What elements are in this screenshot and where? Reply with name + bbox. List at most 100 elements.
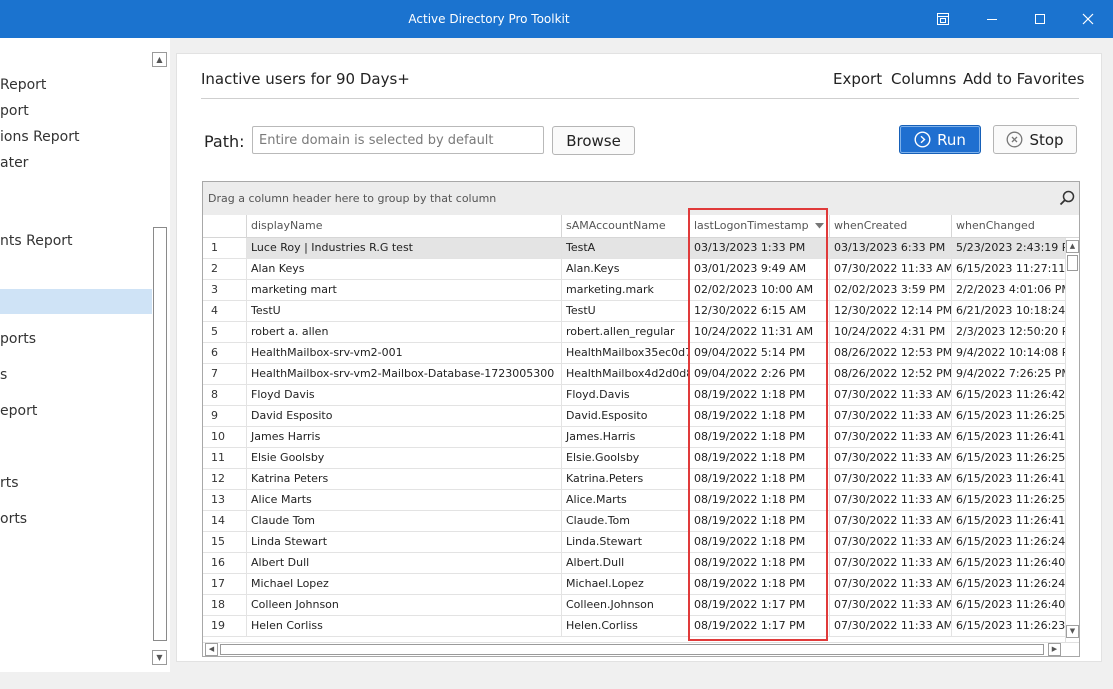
- column-header-lastlogontimestamp[interactable]: lastLogonTimestamp: [690, 215, 830, 237]
- sidebar-item[interactable]: ater: [0, 151, 28, 175]
- table-row[interactable]: 12 Katrina Peters Katrina.Peters 08/19/2022…: [203, 469, 1065, 490]
- cell-whencreated: 07/30/2022 11:33 AM: [830, 574, 952, 594]
- maximize-button[interactable]: [1016, 0, 1064, 38]
- table-row[interactable]: 1 Luce Roy | Industries R.G test TestA 03/1…: [203, 238, 1065, 259]
- cell-whenchanged: 6/15/2023 11:26:41 AM: [956, 514, 1065, 527]
- stop-button[interactable]: Stop: [993, 125, 1077, 154]
- row-number: 6: [203, 343, 247, 363]
- run-button-label: Run: [937, 130, 966, 149]
- row-number: 1: [203, 238, 247, 258]
- table-row[interactable]: 10 James Harris James.Harris 08/19/2022 1:1…: [203, 427, 1065, 448]
- sidebar-item[interactable]: ports: [0, 327, 36, 351]
- cell-lastlogontimestamp: 08/19/2022 1:18 PM: [690, 427, 830, 447]
- cell-displayname: Luce Roy | Industries R.G test: [247, 238, 562, 258]
- cell-lastlogontimestamp: 02/02/2023 10:00 AM: [690, 280, 830, 300]
- cell-lastlogontimestamp: 08/19/2022 1:17 PM: [690, 616, 830, 636]
- row-number: 13: [203, 490, 247, 510]
- column-header-label: lastLogonTimestamp: [694, 219, 809, 232]
- search-icon[interactable]: [1059, 190, 1075, 206]
- scroll-down-arrow-icon[interactable]: ▼: [1066, 625, 1079, 638]
- table-row[interactable]: 11 Elsie Goolsby Elsie.Goolsby 08/19/2022 1…: [203, 448, 1065, 469]
- sidebar-item[interactable]: nts Report: [0, 229, 73, 253]
- table-row[interactable]: 6 HealthMailbox-srv-vm2-001 HealthMailbox3…: [203, 343, 1065, 364]
- cell-whencreated: 07/30/2022 11:33 AM: [830, 595, 952, 615]
- row-number: 16: [203, 553, 247, 573]
- grid-scroll-thumb[interactable]: [1067, 255, 1078, 271]
- table-row[interactable]: 19 Helen Corliss Helen.Corliss 08/19/2022 1…: [203, 616, 1065, 637]
- cell-samaccountname: TestU: [562, 301, 690, 321]
- page-title: Inactive users for 90 Days+: [201, 70, 410, 88]
- minimize-button[interactable]: [968, 0, 1016, 38]
- sidebar-item[interactable]: s: [0, 363, 7, 387]
- row-number: 19: [203, 616, 247, 636]
- export-link[interactable]: Export: [833, 70, 882, 88]
- results-grid: Drag a column header here to group by th…: [202, 181, 1080, 657]
- sidebar-item[interactable]: ions Report: [0, 125, 79, 149]
- sort-descending-icon[interactable]: [815, 223, 824, 229]
- table-row[interactable]: 7 HealthMailbox-srv-vm2-Mailbox-Database-…: [203, 364, 1065, 385]
- cell-whenchanged: 6/15/2023 11:26:25 AM: [956, 409, 1065, 422]
- cell-displayname: Albert Dull: [247, 553, 562, 573]
- cell-whencreated: 12/30/2022 12:14 PM: [830, 301, 952, 321]
- browse-button[interactable]: Browse: [552, 126, 635, 155]
- column-header-whencreated[interactable]: whenCreated: [830, 215, 952, 237]
- table-row[interactable]: 9 David Esposito David.Esposito 08/19/2022 …: [203, 406, 1065, 427]
- table-row[interactable]: 14 Claude Tom Claude.Tom 08/19/2022 1:18 PM…: [203, 511, 1065, 532]
- cell-whencreated: 07/30/2022 11:33 AM: [830, 448, 952, 468]
- table-row[interactable]: 18 Colleen Johnson Colleen.Johnson 08/19/20…: [203, 595, 1065, 616]
- sidebar-item[interactable]: Report: [0, 73, 46, 97]
- columns-link[interactable]: Columns: [891, 70, 956, 88]
- sidebar-item[interactable]: rts: [0, 471, 19, 495]
- sidebar-item[interactable]: port: [0, 99, 29, 123]
- report-navigation: Report port ions Report ater nts Report …: [0, 38, 170, 672]
- sidebar-item[interactable]: orts: [0, 507, 27, 531]
- table-row[interactable]: 16 Albert Dull Albert.Dull 08/19/2022 1:18 …: [203, 553, 1065, 574]
- row-number: 10: [203, 427, 247, 447]
- grid-hscroll-thumb[interactable]: [220, 644, 1044, 655]
- pin-window-button[interactable]: [919, 0, 967, 38]
- table-row[interactable]: 5 robert a. allen robert.allen_regular 10/2…: [203, 322, 1065, 343]
- scroll-right-arrow-icon[interactable]: ▶: [1048, 643, 1061, 656]
- table-row[interactable]: 2 Alan Keys Alan.Keys 03/01/2023 9:49 AM 07/…: [203, 259, 1065, 280]
- cell-whenchanged: 6/15/2023 11:26:41 AM: [956, 472, 1065, 485]
- scroll-left-arrow-icon[interactable]: ◀: [205, 643, 218, 656]
- table-row[interactable]: 8 Floyd Davis Floyd.Davis 08/19/2022 1:18 P…: [203, 385, 1065, 406]
- sidebar-item-selected[interactable]: [0, 289, 152, 314]
- scroll-down-arrow-icon[interactable]: ▼: [152, 650, 167, 665]
- close-button[interactable]: [1064, 0, 1112, 38]
- cell-lastlogontimestamp: 08/19/2022 1:18 PM: [690, 469, 830, 489]
- cell-samaccountname: Katrina.Peters: [562, 469, 690, 489]
- path-input[interactable]: [252, 126, 544, 154]
- sidebar-scrollbar[interactable]: ▲ ▼: [152, 50, 168, 666]
- column-header-whenchanged[interactable]: whenChanged: [952, 215, 1079, 237]
- scroll-up-arrow-icon[interactable]: ▲: [152, 52, 167, 67]
- table-row[interactable]: 3 marketing mart marketing.mark 02/02/2023 …: [203, 280, 1065, 301]
- cell-whencreated: 02/02/2023 3:59 PM: [830, 280, 952, 300]
- row-number: 17: [203, 574, 247, 594]
- grid-horizontal-scrollbar[interactable]: ◀ ▶: [203, 642, 1079, 656]
- cell-whenchanged: 6/15/2023 11:26:24 AM: [956, 577, 1065, 590]
- cell-lastlogontimestamp: 12/30/2022 6:15 AM: [690, 301, 830, 321]
- cell-samaccountname: Floyd.Davis: [562, 385, 690, 405]
- run-button[interactable]: Run: [899, 125, 981, 154]
- sidebar-item[interactable]: eport: [0, 399, 37, 423]
- cell-whenchanged: 9/4/2022 7:26:25 PM: [956, 367, 1065, 380]
- cell-samaccountname: Michael.Lopez: [562, 574, 690, 594]
- sidebar-scroll-thumb[interactable]: [153, 227, 167, 641]
- table-row[interactable]: 4 TestU TestU 12/30/2022 6:15 AM 12/30/2022 …: [203, 301, 1065, 322]
- scroll-up-arrow-icon[interactable]: ▲: [1066, 240, 1079, 253]
- row-number: 18: [203, 595, 247, 615]
- add-to-favorites-link[interactable]: Add to Favorites: [963, 70, 1084, 88]
- column-header-samaccountname[interactable]: sAMAccountName: [562, 215, 690, 237]
- cell-displayname: Alice Marts: [247, 490, 562, 510]
- column-header-displayname[interactable]: displayName: [247, 215, 562, 237]
- table-row[interactable]: 17 Michael Lopez Michael.Lopez 08/19/2022 1…: [203, 574, 1065, 595]
- cell-displayname: marketing mart: [247, 280, 562, 300]
- group-by-panel[interactable]: Drag a column header here to group by th…: [203, 182, 1079, 215]
- grid-vertical-scrollbar[interactable]: ▲ ▼: [1065, 238, 1079, 642]
- table-row[interactable]: 13 Alice Marts Alice.Marts 08/19/2022 1:18 …: [203, 490, 1065, 511]
- cell-samaccountname: TestA: [562, 238, 690, 258]
- cell-displayname: Linda Stewart: [247, 532, 562, 552]
- window-title: Active Directory Pro Toolkit: [408, 12, 570, 26]
- table-row[interactable]: 15 Linda Stewart Linda.Stewart 08/19/2022 1…: [203, 532, 1065, 553]
